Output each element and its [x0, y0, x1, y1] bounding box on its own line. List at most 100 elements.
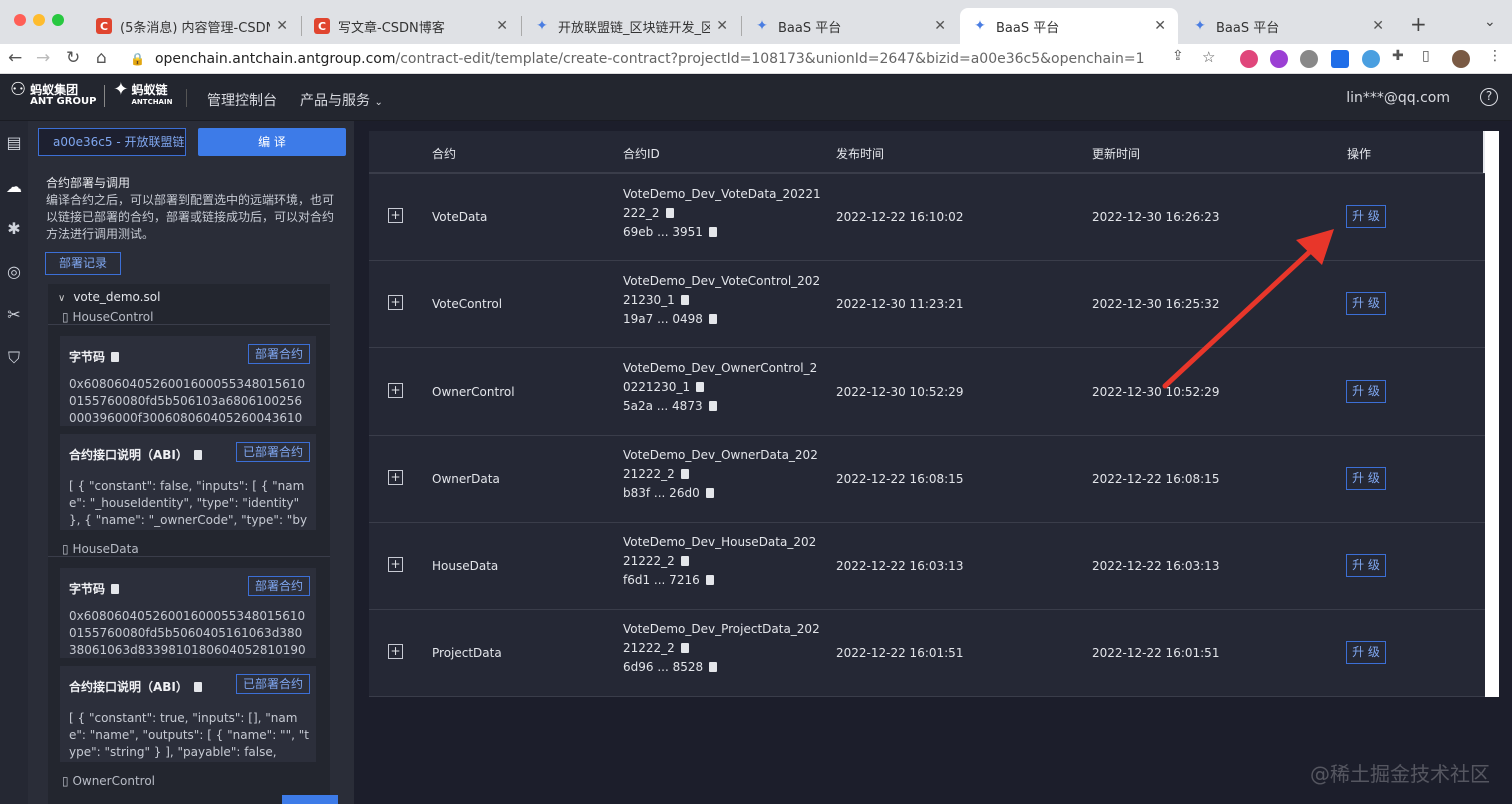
- tab-title: BaaS 平台: [778, 20, 842, 36]
- copy-icon[interactable]: [709, 662, 718, 672]
- extension-icon[interactable]: [1240, 50, 1258, 68]
- expand-icon[interactable]: +: [388, 383, 403, 398]
- copy-icon[interactable]: [680, 469, 689, 479]
- extension-icon[interactable]: [1270, 50, 1288, 68]
- copy-icon[interactable]: [665, 208, 674, 218]
- browser-tab[interactable]: ✦ BaaS 平台 ✕: [742, 8, 958, 44]
- close-window-button[interactable]: [14, 14, 26, 26]
- expand-icon[interactable]: +: [388, 644, 403, 659]
- copy-icon[interactable]: [708, 401, 717, 411]
- copy-icon[interactable]: [705, 488, 714, 498]
- contract-node[interactable]: ▯ HouseControl: [62, 310, 153, 324]
- browser-tab-active[interactable]: ✦ BaaS 平台 ✕: [960, 8, 1178, 44]
- minimize-window-button[interactable]: [33, 14, 45, 26]
- browser-tab-bar: C (5条消息) 内容管理-CSDN创作 ✕ C 写文章-CSDN博客 ✕ ✦ …: [0, 0, 1512, 44]
- document-icon: ▯: [62, 774, 69, 788]
- browser-tab[interactable]: C (5条消息) 内容管理-CSDN创作 ✕: [84, 8, 300, 44]
- browser-tab[interactable]: C 写文章-CSDN博客 ✕: [302, 8, 520, 44]
- csdn-icon: C: [96, 18, 112, 34]
- chain-select[interactable]: a00e36c5 - 开放联盟链...: [38, 128, 186, 156]
- ant-group-logo[interactable]: ⚇ 蚂蚁集团 ANT GROUP ✦ 蚂蚁链 ANTCHAIN: [10, 81, 172, 108]
- copy-icon[interactable]: [680, 643, 689, 653]
- close-tab-icon[interactable]: ✕: [716, 18, 728, 34]
- tab-search-icon[interactable]: ⌄: [1484, 14, 1496, 30]
- updated-time: 2022-12-30 16:25:32: [1092, 297, 1220, 311]
- upgrade-button[interactable]: 升 级: [1346, 467, 1386, 490]
- copy-icon[interactable]: [696, 382, 705, 392]
- updated-time: 2022-12-30 16:26:23: [1092, 210, 1220, 224]
- url-field[interactable]: 🔒 openchain.antchain.antgroup.com/contra…: [130, 47, 1230, 71]
- avatar[interactable]: [1452, 50, 1470, 68]
- browser-tab[interactable]: ✦ BaaS 平台 ✕: [1180, 8, 1396, 44]
- deploy-contract-button[interactable]: 部署合约: [247, 344, 310, 364]
- copy-icon[interactable]: [193, 450, 202, 460]
- upgrade-button[interactable]: 升 级: [1346, 380, 1386, 403]
- contract-node[interactable]: ▯ OwnerControl: [62, 774, 155, 788]
- browser-tab[interactable]: ✦ 开放联盟链_区块链开发_区块链 ✕: [522, 8, 740, 44]
- file-node[interactable]: ∨ vote_demo.sol: [58, 290, 160, 304]
- bookmark-star-icon[interactable]: ☆: [1202, 48, 1215, 66]
- expand-icon[interactable]: +: [388, 295, 403, 310]
- zoom-window-button[interactable]: [52, 14, 64, 26]
- close-tab-icon[interactable]: ✕: [496, 18, 508, 34]
- tab-title: BaaS 平台: [1216, 20, 1280, 36]
- menu-icon[interactable]: ⋮: [1488, 48, 1502, 64]
- deploy-title: 合约部署与调用: [46, 176, 131, 190]
- forward-icon[interactable]: →: [36, 48, 50, 68]
- copy-icon[interactable]: [708, 314, 717, 324]
- upgrade-button[interactable]: 升 级: [1346, 205, 1386, 228]
- close-tab-icon[interactable]: ✕: [934, 18, 946, 34]
- home-icon[interactable]: ⌂: [96, 48, 107, 68]
- close-tab-icon[interactable]: ✕: [1372, 18, 1384, 34]
- deployed-contract-button[interactable]: 已部署合约: [235, 674, 310, 694]
- upgrade-button[interactable]: 升 级: [1346, 554, 1386, 577]
- upgrade-button[interactable]: 升 级: [1346, 292, 1386, 315]
- copy-icon[interactable]: [111, 352, 120, 362]
- cloud-upload-icon[interactable]: ☁: [4, 177, 24, 197]
- user-account[interactable]: lin***@qq.com: [1346, 90, 1450, 106]
- nav-console[interactable]: 管理控制台: [207, 90, 277, 110]
- close-tab-icon[interactable]: ✕: [276, 18, 288, 34]
- close-tab-icon[interactable]: ✕: [1154, 18, 1166, 34]
- extension-icon[interactable]: [1300, 50, 1318, 68]
- logo-text: 蚂蚁集团: [30, 83, 79, 97]
- bug-icon[interactable]: ✱: [4, 219, 24, 239]
- compile-button[interactable]: 编 译: [198, 128, 346, 156]
- bytecode-label: 字节码: [69, 580, 120, 597]
- copy-icon[interactable]: [705, 575, 714, 585]
- extensions-puzzle-icon[interactable]: ✚: [1392, 48, 1404, 64]
- chevron-down-icon: ∨: [58, 293, 66, 304]
- copy-icon[interactable]: [708, 227, 717, 237]
- expand-icon[interactable]: +: [388, 470, 403, 485]
- deployed-contract-button[interactable]: 已部署合约: [235, 442, 310, 462]
- contract-id: VoteDemo_Dev_HouseData_20221222_2: [623, 535, 817, 568]
- extension-icon[interactable]: [1331, 50, 1349, 68]
- abi-section: 合约接口说明（ABI） 已部署合约 [ { "constant": false,…: [60, 434, 316, 530]
- panel-action-button[interactable]: [282, 795, 338, 804]
- help-icon[interactable]: ?: [1480, 88, 1498, 106]
- file-icon[interactable]: ▤: [4, 133, 24, 153]
- contract-id-cell: VoteDemo_Dev_VoteData_20221222_2 69eb ...…: [623, 185, 823, 242]
- copy-icon[interactable]: [193, 682, 202, 692]
- deploy-records-button[interactable]: 部署记录: [45, 252, 121, 275]
- contract-hash: b83f ... 26d0: [623, 486, 700, 500]
- new-tab-icon[interactable]: +: [1410, 12, 1427, 36]
- table-scrollbar[interactable]: [1485, 131, 1499, 697]
- contract-node[interactable]: ▯ HouseData: [62, 542, 139, 556]
- deploy-contract-button[interactable]: 部署合约: [247, 576, 310, 596]
- nav-products[interactable]: 产品与服务 ⌄: [300, 90, 383, 110]
- copy-icon[interactable]: [680, 556, 689, 566]
- copy-icon[interactable]: [111, 584, 120, 594]
- upgrade-button[interactable]: 升 级: [1346, 641, 1386, 664]
- sidebar-icon[interactable]: ▯: [1422, 48, 1430, 64]
- copy-icon[interactable]: [680, 295, 689, 305]
- shield-icon[interactable]: ⛉: [4, 348, 24, 368]
- expand-icon[interactable]: +: [388, 557, 403, 572]
- expand-icon[interactable]: +: [388, 208, 403, 223]
- reload-icon[interactable]: ↻: [66, 48, 80, 68]
- tools-icon[interactable]: ✂: [4, 305, 24, 325]
- search-bug-icon[interactable]: ◎: [4, 262, 24, 282]
- back-icon[interactable]: ←: [8, 48, 22, 68]
- extension-icon[interactable]: [1362, 50, 1380, 68]
- share-icon[interactable]: ⇪: [1172, 48, 1184, 64]
